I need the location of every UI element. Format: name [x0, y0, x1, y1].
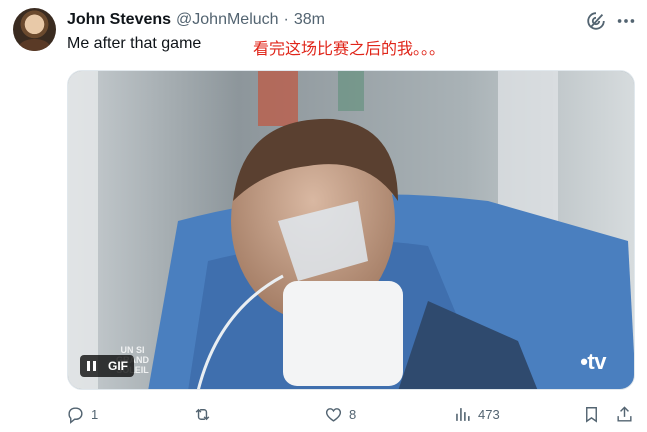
repost-icon: [195, 408, 210, 420]
author-name[interactable]: John Stevens: [67, 11, 171, 29]
gif-media[interactable]: UN SI GRAND SOLEIL GIF •tv: [67, 70, 635, 390]
gif-label: GIF: [102, 355, 134, 377]
views-icon: [456, 407, 470, 421]
bookmark-button[interactable]: [582, 401, 601, 427]
bookmark-icon: [586, 406, 597, 423]
more-icon[interactable]: [615, 10, 637, 32]
reply-button[interactable]: 1: [66, 401, 98, 427]
author-handle[interactable]: @JohnMeluch: [176, 11, 279, 29]
share-button[interactable]: [615, 401, 634, 427]
avatar-shirt: [19, 39, 50, 51]
grok-icon[interactable]: [585, 10, 607, 32]
avatar[interactable]: [13, 8, 56, 51]
like-button[interactable]: 8: [324, 401, 356, 427]
pause-icon[interactable]: [80, 355, 102, 377]
views-button[interactable]: 473: [453, 401, 500, 427]
tweet-caption: 看完这场比赛之后的我。。。: [253, 41, 446, 58]
share-icon: [617, 405, 632, 422]
gif-frame: [68, 71, 634, 389]
separator-dot: ·: [283, 11, 289, 28]
timestamp[interactable]: 38m: [294, 11, 325, 29]
tweet-text: Me after that game: [67, 35, 202, 52]
view-count: 473: [478, 406, 500, 422]
action-bar: 1 8 473: [62, 401, 642, 427]
reply-count: 1: [91, 406, 99, 422]
tweet-header: John Stevens @JohnMeluch · 38m: [67, 9, 325, 31]
repost-button[interactable]: [193, 401, 218, 427]
show-logo-line1: UN SI: [120, 345, 145, 355]
gif-badge[interactable]: GIF: [80, 355, 134, 377]
heart-icon: [325, 407, 342, 422]
reply-icon: [68, 406, 83, 424]
tv-watermark: •tv: [580, 349, 606, 374]
like-count: 8: [349, 406, 357, 422]
